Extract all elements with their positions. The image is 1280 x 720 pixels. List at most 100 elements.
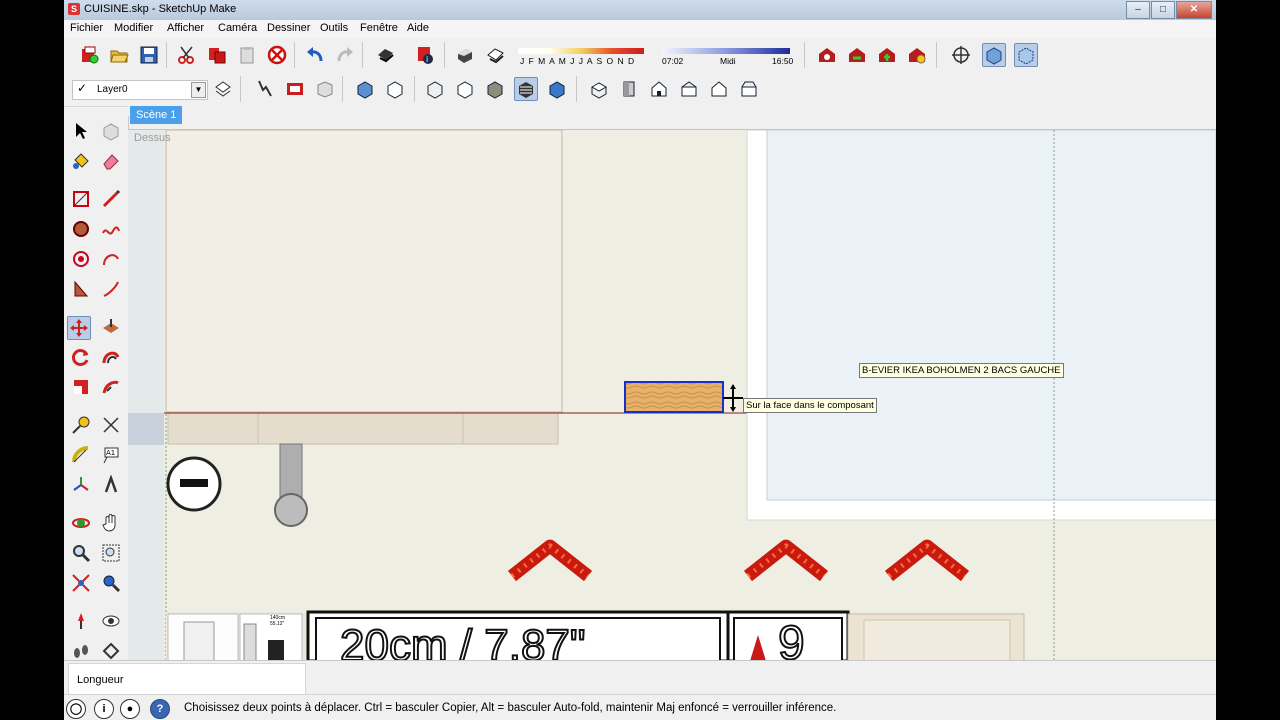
credits-icon[interactable]: i xyxy=(94,699,114,719)
user-account-icon[interactable]: ● xyxy=(120,699,140,719)
monochrome-icon[interactable] xyxy=(546,78,568,100)
hidden-line-icon[interactable] xyxy=(454,78,476,100)
section-plane-icon[interactable] xyxy=(100,640,122,662)
house-front-icon[interactable] xyxy=(648,78,670,100)
top-view-icon[interactable] xyxy=(384,78,406,100)
shaded-textures-icon[interactable] xyxy=(514,77,538,101)
component-label: B-EVIER IKEA BOHOLMEN 2 BACS GAUCHE xyxy=(859,363,1064,378)
tab-scene-1[interactable]: Scène 1 xyxy=(130,106,183,124)
scale-tool-icon[interactable] xyxy=(70,376,92,398)
freehand-tool-icon[interactable] xyxy=(100,218,122,240)
walk-tool-icon[interactable] xyxy=(70,640,92,662)
position-camera-tool-icon[interactable] xyxy=(70,610,92,632)
pan-hand-icon[interactable] xyxy=(100,512,122,534)
dropdown-arrow-icon[interactable]: ▼ xyxy=(191,82,206,98)
paste-icon[interactable] xyxy=(236,44,258,66)
inference-tooltip: Sur la face dans le composant xyxy=(743,398,877,413)
undo-icon[interactable] xyxy=(304,44,326,66)
xray-style-icon[interactable] xyxy=(424,78,446,100)
drawing-viewport[interactable]: Dessus B-EVIER IKEA BOHOLMEN 2 BACS GAUC… xyxy=(128,129,1216,661)
svg-text:A1: A1 xyxy=(106,449,115,457)
menu-modifier[interactable]: Modifier xyxy=(114,22,153,34)
new-file-icon[interactable] xyxy=(78,44,100,66)
redo-icon[interactable] xyxy=(334,44,356,66)
dimension-tool-icon[interactable] xyxy=(100,414,122,436)
copy-icon[interactable] xyxy=(206,44,228,66)
shadow-time-slider[interactable] xyxy=(662,48,790,54)
layer-manager-icon[interactable] xyxy=(212,78,234,100)
line-tool-icon[interactable] xyxy=(100,188,122,210)
house-back-icon[interactable] xyxy=(708,78,730,100)
offset-tool-icon[interactable] xyxy=(100,346,122,368)
paint-bucket-icon[interactable] xyxy=(70,150,92,172)
menu-aide[interactable]: Aide xyxy=(407,22,429,34)
tape-measure-icon[interactable] xyxy=(70,414,92,436)
erase-delete-icon[interactable] xyxy=(266,44,288,66)
back-edges-icon[interactable] xyxy=(1014,43,1038,67)
rotate-tool-icon[interactable] xyxy=(70,346,92,368)
make-group-icon[interactable] xyxy=(314,78,336,100)
shadow-date-slider[interactable] xyxy=(518,48,644,54)
layer-selector[interactable]: ✓ Layer0 ▼ xyxy=(72,80,208,100)
protractor-icon[interactable] xyxy=(70,444,92,466)
iso-camera-icon[interactable] xyxy=(588,78,610,100)
open-file-icon[interactable] xyxy=(108,44,130,66)
share-model-icon[interactable] xyxy=(846,44,868,66)
save-icon[interactable] xyxy=(138,44,160,66)
status-bar: ◯ i ● ? Choisissez deux points à déplace… xyxy=(64,694,1216,720)
measurements-box[interactable]: Longueur xyxy=(68,663,306,695)
select-tool-icon[interactable] xyxy=(70,120,92,142)
look-around-icon[interactable] xyxy=(100,610,122,632)
share-component-icon[interactable] xyxy=(876,44,898,66)
move-tool-icon[interactable] xyxy=(67,316,91,340)
geo-location-icon[interactable]: ◯ xyxy=(66,699,86,719)
zoom-tool-icon[interactable] xyxy=(70,542,92,564)
pie-tool-icon[interactable] xyxy=(70,278,92,300)
menu-dessiner[interactable]: Dessiner xyxy=(267,22,310,34)
eraser-tool-icon[interactable] xyxy=(100,150,122,172)
zoom-extents-icon[interactable] xyxy=(70,572,92,594)
model-info-icon[interactable]: i xyxy=(414,44,436,66)
follow-me-tool-icon[interactable] xyxy=(100,376,122,398)
menu-afficher[interactable]: Afficher xyxy=(167,22,204,34)
zoom-window-icon[interactable] xyxy=(100,542,122,564)
previous-view-icon[interactable] xyxy=(100,572,122,594)
model-canvas[interactable] xyxy=(128,130,1216,661)
minimize-button[interactable]: – xyxy=(1126,1,1150,19)
shaded-icon[interactable] xyxy=(484,78,506,100)
axes-tool-icon[interactable] xyxy=(70,474,92,496)
orbit-tool-icon[interactable] xyxy=(70,512,92,534)
print-icon[interactable] xyxy=(374,44,396,66)
fog-icon[interactable] xyxy=(484,44,506,66)
3d-text-icon[interactable] xyxy=(100,474,122,496)
house-left-icon[interactable] xyxy=(738,78,760,100)
selected-board[interactable] xyxy=(624,381,724,413)
xray-view-icon[interactable] xyxy=(982,43,1006,67)
iso-view-icon[interactable] xyxy=(354,78,376,100)
front-view-icon[interactable] xyxy=(618,78,640,100)
menu-fenetre[interactable]: Fenêtre xyxy=(360,22,398,34)
close-button[interactable]: ✕ xyxy=(1176,1,1212,19)
shadow-toggle-icon[interactable] xyxy=(454,44,476,66)
two-point-arc-icon[interactable] xyxy=(100,278,122,300)
position-camera-icon[interactable] xyxy=(950,44,972,66)
extension-warehouse-icon[interactable] xyxy=(906,44,928,66)
rectangle-tool-icon[interactable] xyxy=(70,188,92,210)
circle-tool-icon[interactable] xyxy=(70,218,92,240)
cut-icon[interactable] xyxy=(176,44,198,66)
maximize-button[interactable]: □ xyxy=(1151,1,1175,19)
polygon-tool-icon[interactable] xyxy=(70,248,92,270)
menu-outils[interactable]: Outils xyxy=(320,22,348,34)
warehouse-get-models-icon[interactable] xyxy=(816,44,838,66)
push-pull-icon[interactable] xyxy=(100,316,122,338)
help-instructor-icon[interactable]: ? xyxy=(150,699,170,719)
arc-tool-icon[interactable] xyxy=(100,248,122,270)
menu-fichier[interactable]: Fichier xyxy=(70,22,103,34)
shadow-time-start: 07:02 xyxy=(662,56,684,66)
make-component-icon[interactable] xyxy=(284,78,306,100)
house-right-icon[interactable] xyxy=(678,78,700,100)
make-component-tool-icon[interactable] xyxy=(100,120,122,142)
follow-me-icon[interactable] xyxy=(254,78,276,100)
menu-camera[interactable]: Caméra xyxy=(218,22,257,34)
text-tool-icon[interactable]: A1 xyxy=(100,444,122,466)
